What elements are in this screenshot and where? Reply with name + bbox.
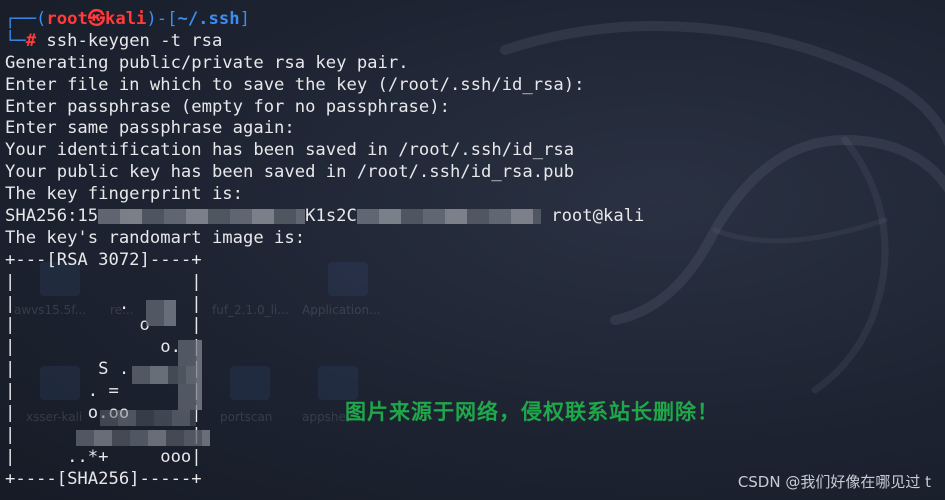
redaction-mask (356, 208, 541, 224)
output-line: The key fingerprint is: (5, 184, 243, 205)
prompt-bracket: ] (239, 9, 250, 29)
redaction-mask (76, 430, 210, 446)
fingerprint-prefix: SHA256:15 (5, 206, 99, 227)
fingerprint-line: SHA256:15 K1s2C root@kali (5, 206, 945, 228)
redaction-mask (132, 366, 196, 384)
prompt-line: ┌──(root㉿kali)-[~/.ssh] (5, 9, 945, 31)
prompt-corner: └─ (5, 30, 26, 51)
command-text: ssh-keygen -t rsa (46, 30, 223, 51)
redaction-mask (98, 208, 306, 224)
output-line: Enter same passphrase again: (5, 118, 295, 139)
prompt-host: kali (105, 9, 147, 29)
randomart-line: +---[RSA 3072]----+ (5, 249, 202, 270)
output-line: Generating public/private rsa key pair. (5, 52, 409, 73)
command-line[interactable]: └─# ssh-keygen -t rsa (5, 31, 945, 53)
output-line: Your public key has been saved in /root/… (5, 162, 575, 183)
randomart-line: | o. | (5, 337, 202, 358)
output-line: Your identification has been saved in /r… (5, 140, 575, 161)
watermark-text: 图片来源于网络，侵权联系站长删除！ (345, 400, 719, 424)
prompt-path: ~/.ssh (177, 9, 240, 29)
fingerprint-fragment: K1s2C (305, 206, 357, 227)
output-line: Enter file in which to save the key (/ro… (5, 74, 585, 95)
output-line: Enter passphrase (empty for no passphras… (5, 96, 450, 117)
prompt-hash: # (25, 30, 37, 51)
prompt-separator: )-[ (146, 9, 178, 29)
prompt-at-icon: ㉿ (87, 9, 106, 29)
fingerprint-user: root@kali (540, 206, 645, 227)
prompt-user: root (46, 9, 88, 29)
redaction-mask (100, 410, 196, 426)
output-line: The key's randomart image is: (5, 227, 306, 248)
terminal-window[interactable]: awvs15.5f... re... fuf_2.1.0_li... Appli… (0, 0, 945, 500)
randomart-line: | ..*+ ooo| (5, 446, 202, 467)
randomart-line: | | (5, 271, 202, 292)
credit-text: CSDN @我们好像在哪见过 t (737, 473, 931, 491)
prompt-corner: ┌──( (5, 9, 47, 29)
redaction-mask (146, 300, 176, 326)
